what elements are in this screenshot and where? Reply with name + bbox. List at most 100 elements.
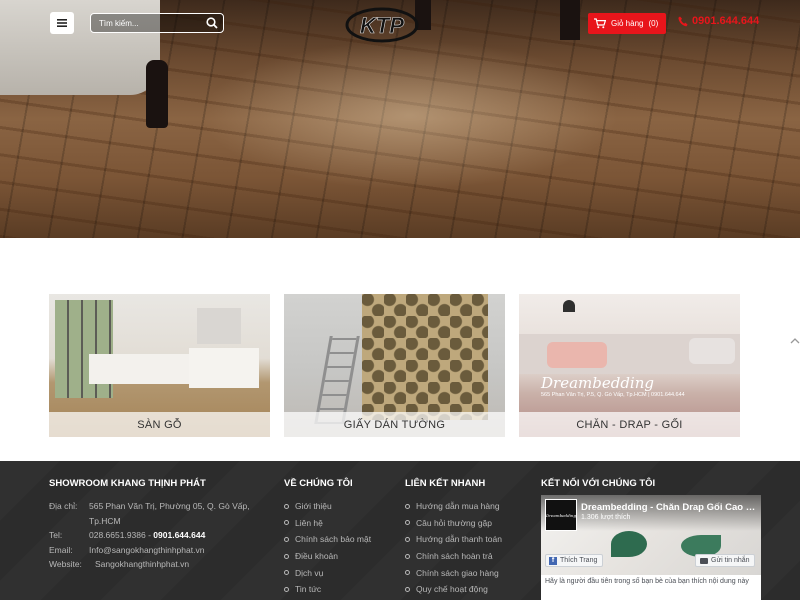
bullet-icon: [405, 520, 410, 526]
bullet-icon: [284, 503, 289, 509]
facebook-page-widget[interactable]: Dreambedding Dreambedding - Chăn Drap Gố…: [541, 495, 761, 600]
email-label: Email:: [49, 544, 73, 555]
footer-link-huong-dan-mua-hang[interactable]: Hướng dẫn mua hàng: [405, 498, 502, 515]
avatar-text: Dreambedding: [545, 512, 577, 518]
footer-link-dich-vu[interactable]: Dịch vụ: [284, 564, 371, 581]
category-label: GIẤY DÁN TƯỜNG: [284, 412, 505, 437]
footer-link-chinh-sach-bao-mat[interactable]: Chính sách bảo mật: [284, 531, 371, 548]
kitchen-island-image: [89, 354, 189, 384]
footer-link-chinh-sach-giao-hang[interactable]: Chính sách giao hàng: [405, 564, 502, 581]
hamburger-icon: [57, 19, 67, 27]
cart-count: (0): [648, 19, 659, 28]
footer-link-label: Chính sách hoàn trả: [416, 551, 493, 562]
chevron-up-icon[interactable]: [790, 336, 800, 346]
email-link[interactable]: Info@sangokhangthinhphat.vn: [89, 543, 204, 558]
bullet-icon: [405, 553, 410, 559]
website-link[interactable]: Sangokhangthinhphat.vn: [95, 557, 189, 572]
cart-icon: [594, 18, 606, 29]
hero-banner: KTP Giỏ hàng (0) 0901.644.644: [0, 0, 800, 238]
wallpaper-image: [362, 294, 488, 420]
connect-heading: KẾT NỐI VỚI CHÚNG TÔI: [541, 478, 656, 489]
bullet-icon: [405, 586, 410, 592]
tel-value: 028.6651.9386: [89, 530, 146, 540]
footer-link-label: Chính sách bảo mật: [295, 534, 372, 545]
brand-watermark: Dreambedding: [541, 374, 654, 392]
footer-link-gioi-thieu[interactable]: Giới thiệu: [284, 498, 371, 515]
like-page-label: Thích Trang: [560, 557, 598, 564]
showroom-heading: SHOWROOM KHANG THỊNH PHÁT: [49, 478, 206, 489]
address-value: 565 Phan Văn Trị, Phường 05, Q. Gò Vấp, …: [89, 501, 250, 526]
range-hood-image: [197, 308, 241, 344]
leaf-decoration: [611, 531, 647, 557]
bullet-icon: [284, 586, 289, 592]
ladder-image: [314, 336, 360, 424]
tel-label: Tel:: [49, 530, 63, 540]
search-box: [90, 13, 224, 33]
cart-button[interactable]: Giỏ hàng (0): [588, 13, 666, 34]
floor-reflection: [200, 40, 620, 190]
facebook-icon: f: [549, 556, 557, 565]
footer-link-quy-che-hoat-dong[interactable]: Quy chế hoạt động: [405, 581, 502, 598]
footer-link-label: Hướng dẫn mua hàng: [416, 501, 500, 512]
hotline-number: 0901.644.644: [692, 15, 760, 27]
bullet-icon: [284, 520, 289, 526]
category-tile-chan-drap-goi[interactable]: Dreambedding 565 Phan Văn Trị, P.5, Q. G…: [519, 294, 740, 437]
footer-link-lien-he[interactable]: Liên hệ: [284, 515, 371, 532]
bullet-icon: [284, 553, 289, 559]
email-row: Email: Info@sangokhangthinhphat.vn: [49, 543, 269, 558]
footer-link-label: Câu hỏi thường gặp: [416, 517, 493, 528]
page-avatar[interactable]: Dreambedding: [545, 499, 577, 531]
page-name[interactable]: Dreambedding - Chăn Drap Gối Cao Cấp: [581, 502, 759, 513]
menu-button[interactable]: [50, 12, 74, 34]
category-label: CHĂN - DRAP - GỐI: [519, 412, 740, 437]
send-message-label: Gửi tin nhắn: [711, 557, 750, 564]
pillow-image: [547, 342, 607, 368]
category-tile-san-go[interactable]: SÀN GỖ: [49, 294, 270, 437]
ktp-logo[interactable]: KTP: [345, 6, 419, 44]
footer-link-dieu-khoan[interactable]: Điều khoản: [284, 548, 371, 565]
bullet-icon: [405, 536, 410, 542]
footer-link-chinh-sach-hoan-tra[interactable]: Chính sách hoàn trả: [405, 548, 502, 565]
search-icon[interactable]: [205, 16, 219, 30]
footer-link-label: Hướng dẫn thanh toán: [416, 534, 502, 545]
showroom-info: Địa chỉ: 565 Phan Văn Trị, Phường 05, Q.…: [49, 499, 269, 572]
phone-icon: [678, 16, 688, 26]
footer: SHOWROOM KHANG THỊNH PHÁT Địa chỉ: 565 P…: [0, 461, 800, 600]
message-icon: [700, 557, 708, 564]
footer-link-label: Liên hệ: [295, 517, 323, 528]
footer-link-label: Quy chế hoạt động: [416, 584, 488, 595]
footer-link-label: Điều khoản: [295, 551, 339, 562]
links-heading: LIÊN KẾT NHANH: [405, 478, 486, 489]
about-heading: VỀ CHÚNG TÔI: [284, 478, 353, 489]
cabinet-image: [189, 348, 259, 388]
bullet-icon: [405, 503, 410, 509]
website-label: Website:: [49, 559, 82, 569]
hotline[interactable]: 0901.644.644: [678, 15, 759, 27]
website-row: Website: Sangokhangthinhphat.vn: [49, 557, 269, 572]
links-list: Hướng dẫn mua hàng Câu hỏi thường gặp Hư…: [405, 498, 502, 598]
footer-link-label: Chính sách giao hàng: [416, 567, 499, 578]
like-page-button[interactable]: f Thích Trang: [545, 554, 603, 567]
footer-link-tin-tuc[interactable]: Tin tức: [284, 581, 371, 598]
tel-separator: -: [145, 530, 154, 540]
footer-link-label: Giới thiệu: [295, 501, 332, 512]
lamp-image: [563, 300, 575, 312]
send-message-button[interactable]: Gửi tin nhắn: [695, 554, 755, 567]
address-watermark: 565 Phan Văn Trị, P.5, Q. Gò Vấp, Tp.HCM…: [541, 392, 685, 398]
mobile-value[interactable]: 0901.644.644: [153, 528, 205, 543]
bullet-icon: [284, 570, 289, 576]
svg-text:KTP: KTP: [360, 13, 404, 38]
bullet-icon: [405, 570, 410, 576]
category-tile-giay-dan-tuong[interactable]: GIẤY DÁN TƯỜNG: [284, 294, 505, 437]
address-label: Địa chỉ:: [49, 501, 78, 511]
tel-row: Tel: 028.6651.9386 - 0901.644.644: [49, 528, 269, 543]
search-input[interactable]: [91, 14, 199, 32]
footer-link-label: Dịch vụ: [295, 567, 324, 578]
footer-link-cau-hoi-thuong-gap[interactable]: Câu hỏi thường gặp: [405, 515, 502, 532]
category-label: SÀN GỖ: [49, 412, 270, 437]
footer-link-huong-dan-thanh-toan[interactable]: Hướng dẫn thanh toán: [405, 531, 502, 548]
sofa-leg: [146, 60, 168, 128]
about-list: Giới thiệu Liên hệ Chính sách bảo mật Đi…: [284, 498, 371, 598]
pillow-image: [689, 338, 735, 364]
table-leg: [560, 0, 580, 40]
